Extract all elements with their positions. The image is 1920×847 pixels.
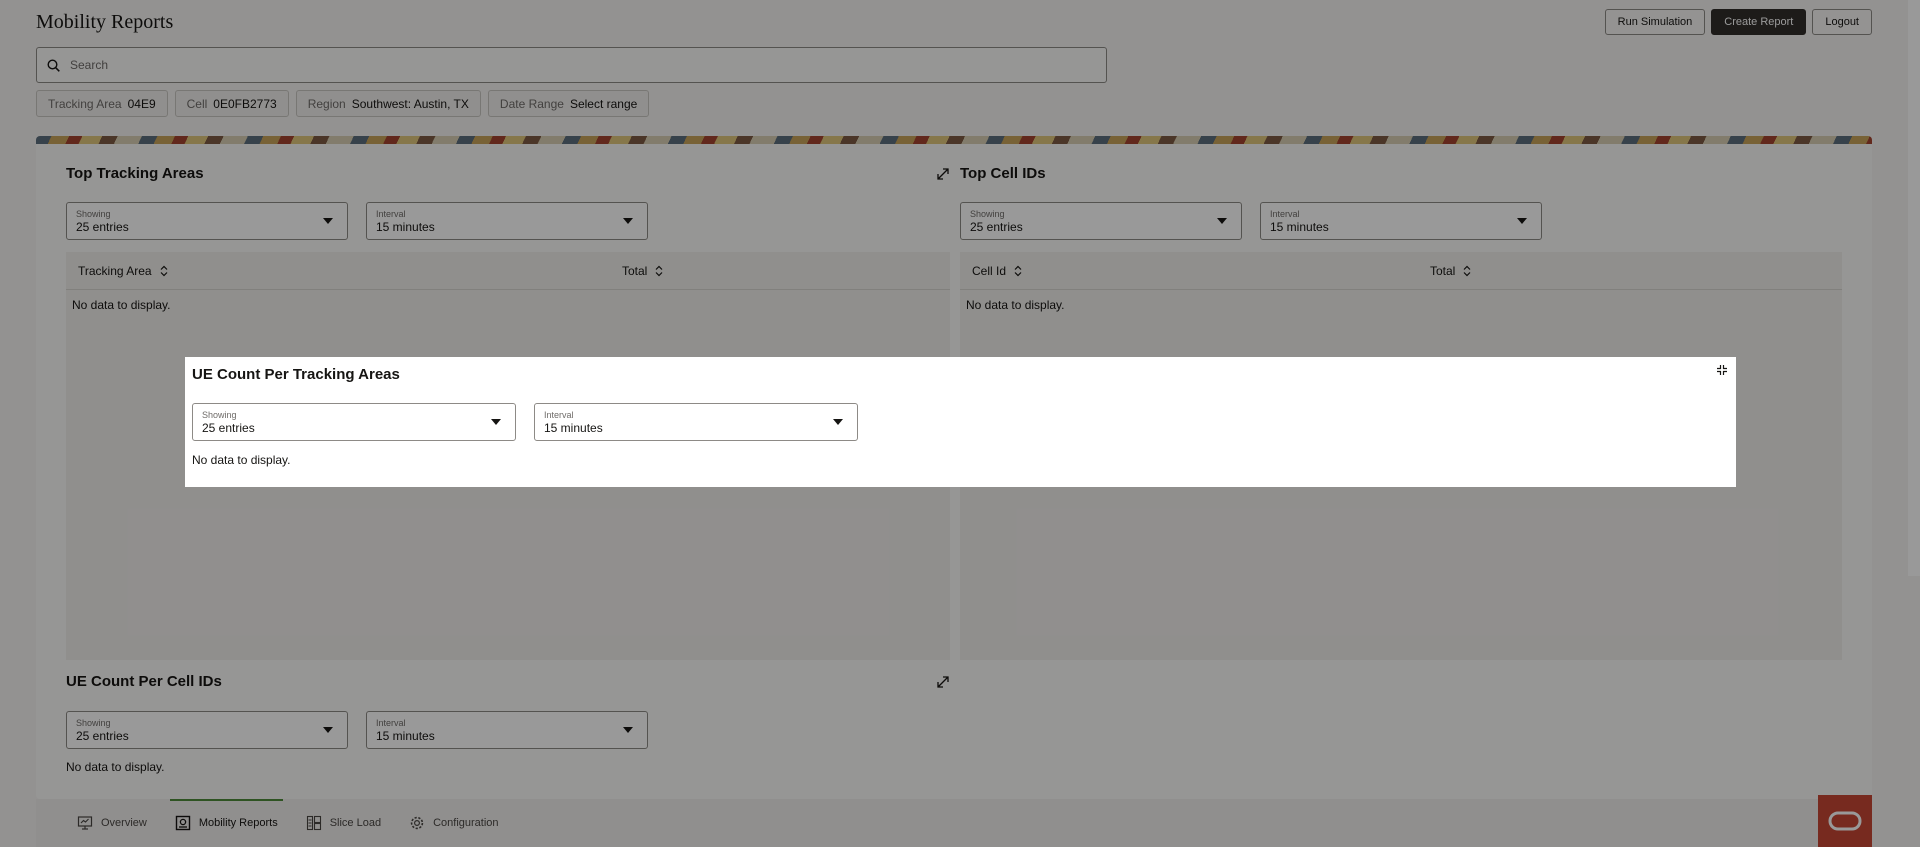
dialog-interval-select[interactable]: Interval 15 minutes <box>534 403 858 441</box>
ue-count-tracking-areas-dialog: UE Count Per Tracking Areas Showing 25 e… <box>185 357 1736 487</box>
dialog-showing-select[interactable]: Showing 25 entries <box>192 403 516 441</box>
collapse-icon[interactable] <box>1716 364 1728 376</box>
caret-down-icon <box>833 419 843 425</box>
select-value: 25 entries <box>202 421 255 435</box>
caret-down-icon <box>491 419 501 425</box>
select-label: Interval <box>544 410 574 420</box>
select-label: Showing <box>202 410 237 420</box>
select-value: 15 minutes <box>544 421 603 435</box>
dialog-title: UE Count Per Tracking Areas <box>192 366 400 383</box>
empty-state-text: No data to display. <box>192 453 291 467</box>
